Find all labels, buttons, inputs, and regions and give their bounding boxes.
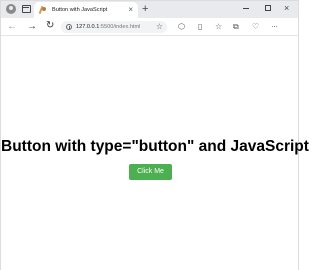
profile-icon[interactable] xyxy=(6,4,16,14)
split-screen-icon[interactable]: ▯ xyxy=(198,21,202,33)
page-favicon-icon xyxy=(39,6,47,14)
back-icon[interactable]: ← xyxy=(7,20,17,33)
address-bar[interactable]: 127.0.0.1:5500/index.html ☆ xyxy=(61,21,167,33)
tab-title: Button with JavaScript xyxy=(52,7,108,13)
forward-icon[interactable]: → xyxy=(27,20,37,33)
reload-icon[interactable]: ↻ xyxy=(46,19,54,33)
tab-strip: Button with JavaScript × + × xyxy=(1,1,298,18)
url-host: 127.0.0.1 xyxy=(76,24,100,30)
info-icon[interactable] xyxy=(66,24,72,30)
click-me-button[interactable]: Click Me xyxy=(129,164,172,180)
extensions-icon[interactable]: ⬡ xyxy=(178,21,185,33)
page-heading: Button with type="button" and JavaScript xyxy=(1,138,309,155)
maximize-button[interactable] xyxy=(265,5,271,11)
tab-actions-icon[interactable] xyxy=(22,5,31,13)
collections-icon[interactable]: ⧉ xyxy=(233,21,239,33)
browser-toolbar: ← → ↻ 127.0.0.1:5500/index.html ☆ ⬡ ▯ ☆ … xyxy=(1,18,298,36)
history-icon[interactable]: ♡ xyxy=(252,21,259,33)
minimize-button[interactable] xyxy=(243,8,249,9)
browser-tab[interactable]: Button with JavaScript × xyxy=(34,2,138,18)
favorite-star-icon[interactable]: ☆ xyxy=(156,21,163,33)
url-path: :5500/index.html xyxy=(99,24,141,30)
new-tab-button[interactable]: + xyxy=(142,2,148,16)
window-close-button[interactable]: × xyxy=(284,2,289,14)
more-icon[interactable]: ··· xyxy=(271,21,278,33)
favorites-icon[interactable]: ☆ xyxy=(215,21,222,33)
page-content: Button with type="button" and JavaScript… xyxy=(1,37,309,270)
tab-close-icon[interactable]: × xyxy=(128,5,133,15)
browser-window: Button with JavaScript × + × ← → ↻ 127.0… xyxy=(0,0,309,270)
